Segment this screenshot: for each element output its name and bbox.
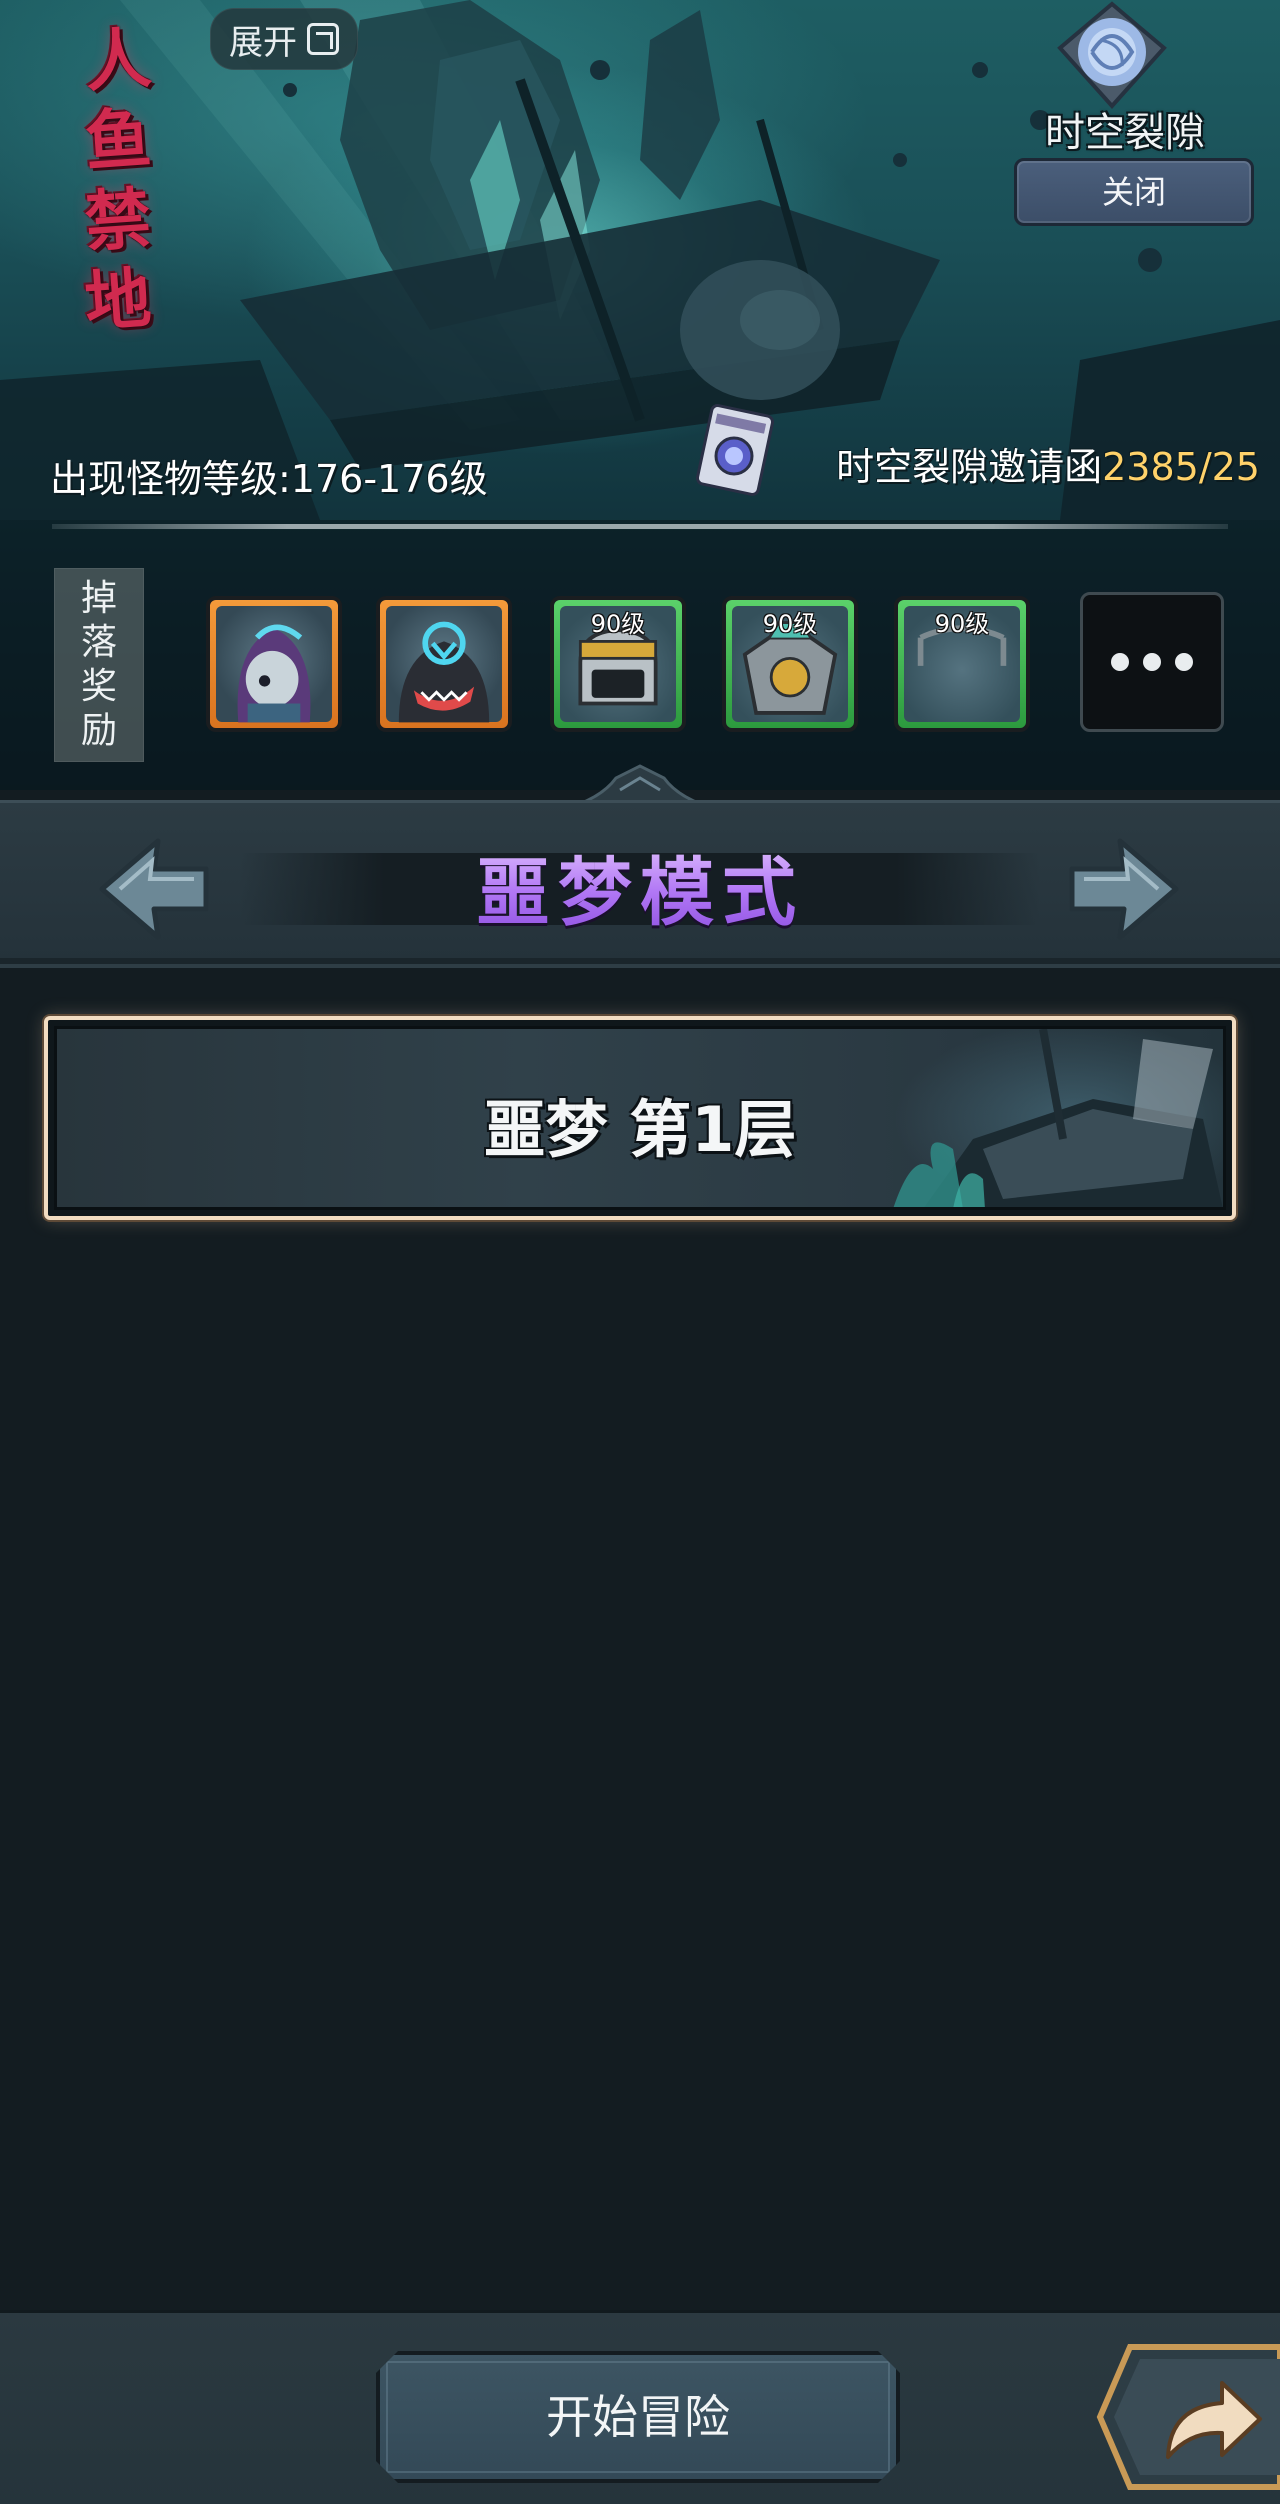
monster-level-text: 出现怪物等级:176-176级: [50, 457, 488, 501]
stage-logo: 人 鱼 禁 地: [48, 18, 188, 380]
invite-counter: 时空裂隙邀请函2385/25: [836, 436, 1260, 491]
reward-item[interactable]: [206, 596, 342, 732]
drops-label-char: 奖: [80, 666, 117, 707]
reward-item[interactable]: 90级: [550, 596, 686, 732]
stage-banner: 人 鱼 禁 地 展开 时空裂隙 关闭 出现怪物等级:176-176级 时空裂隙邀…: [0, 0, 1280, 790]
floor-label: 噩梦 第1层: [483, 1093, 797, 1166]
drops-label: 掉 落 奖 励: [54, 568, 144, 762]
divider: [52, 524, 1228, 529]
rift-portal-icon[interactable]: [1052, 0, 1172, 110]
floor-item[interactable]: 噩梦 第1层: [44, 1016, 1236, 1220]
drops-label-char: 落: [80, 622, 117, 663]
drops-label-char: 励: [80, 710, 117, 751]
more-dots-icon: [1111, 653, 1129, 671]
mode-selector: 噩梦模式: [0, 800, 1280, 968]
drops-label-char: 掉: [80, 578, 117, 619]
expand-label: 展开: [229, 22, 297, 63]
expand-button[interactable]: 展开: [210, 8, 358, 70]
shark-hero-portrait: [398, 621, 490, 723]
invite-count: 2385/25: [1102, 445, 1260, 489]
hooded-hero-portrait: [237, 624, 311, 723]
footer-bar: 开始冒险: [0, 2310, 1280, 2504]
more-rewards-button[interactable]: [1080, 592, 1224, 732]
reward-item[interactable]: 90级: [722, 596, 858, 732]
reward-item[interactable]: [376, 596, 512, 732]
share-arrow-icon[interactable]: [1096, 2327, 1280, 2504]
logo-char: 地: [82, 258, 154, 342]
logo-char: 禁: [82, 178, 154, 262]
item-level: 90级: [762, 610, 818, 638]
start-adventure-button[interactable]: 开始冒险: [376, 2351, 900, 2483]
invite-label: 时空裂隙邀请函: [836, 445, 1103, 489]
expand-icon: [307, 23, 339, 55]
logo-char: 人: [82, 18, 154, 102]
close-button[interactable]: 关闭: [1014, 158, 1254, 226]
rift-label: 时空裂隙: [1045, 110, 1205, 156]
reward-item[interactable]: 90级: [894, 596, 1030, 732]
item-level: 90级: [934, 610, 990, 638]
arrow-right-icon[interactable]: [1064, 833, 1184, 943]
invite-ticket-icon: [695, 404, 775, 496]
item-level: 90级: [590, 610, 646, 638]
logo-char: 鱼: [82, 98, 154, 182]
